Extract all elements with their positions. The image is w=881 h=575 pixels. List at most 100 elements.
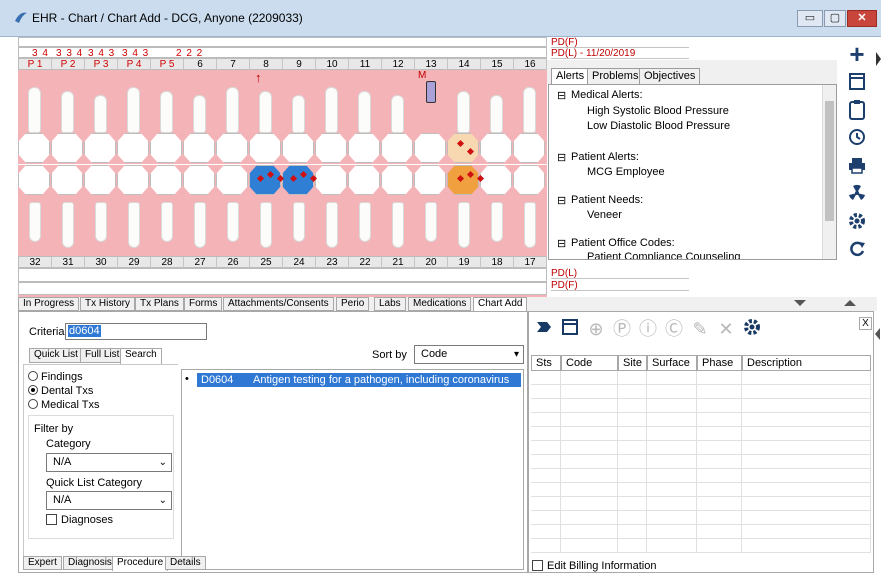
grid-cell[interactable]	[742, 385, 871, 399]
grid-cell[interactable]	[618, 441, 647, 455]
grid-cell[interactable]	[561, 371, 618, 385]
grid-cell[interactable]	[697, 455, 742, 469]
grid-cell[interactable]	[697, 539, 742, 553]
upper-tooth-crown[interactable]	[513, 133, 545, 163]
clipboard-icon[interactable]	[844, 99, 870, 125]
category-select[interactable]: N/A ⌄	[46, 453, 172, 472]
tab-tx-history[interactable]: Tx History	[80, 297, 135, 311]
tooth-number[interactable]: P 1	[19, 59, 52, 70]
grid-cell[interactable]	[561, 455, 618, 469]
grid-cell[interactable]	[531, 399, 561, 413]
tooth-number[interactable]: P 5	[151, 59, 184, 70]
grid-cell[interactable]	[697, 427, 742, 441]
grid-cell[interactable]	[561, 511, 618, 525]
tooth-number[interactable]: 30	[85, 257, 118, 268]
column-header-sts[interactable]: Sts	[531, 355, 561, 371]
search-results-list[interactable]: • D0604 Antigen testing for a pathogen, …	[181, 369, 524, 570]
tooth-number[interactable]: 8	[250, 59, 283, 70]
tooth-number[interactable]: 14	[448, 59, 481, 70]
import-icon[interactable]	[533, 318, 555, 340]
tab-tx-plans[interactable]: Tx Plans	[135, 297, 184, 311]
grid-cell[interactable]	[697, 413, 742, 427]
lower-tooth-crown[interactable]	[84, 165, 116, 195]
grid-cell[interactable]	[618, 469, 647, 483]
delete-icon[interactable]: ✕	[715, 318, 737, 340]
upper-tooth-crown[interactable]	[315, 133, 347, 163]
tooth-number[interactable]: 31	[52, 257, 85, 268]
grid-cell[interactable]	[647, 399, 697, 413]
column-header-code[interactable]: Code	[561, 355, 618, 371]
grid-cell[interactable]	[618, 427, 647, 441]
grid-cell[interactable]	[531, 427, 561, 441]
alerts-scrollbar[interactable]	[822, 85, 836, 259]
tab-details[interactable]: Details	[165, 556, 206, 570]
quick-list-category-select[interactable]: N/A ⌄	[46, 491, 172, 510]
grid-cell[interactable]	[697, 497, 742, 511]
grid-cell[interactable]	[531, 469, 561, 483]
tooth-number[interactable]: 9	[283, 59, 316, 70]
tab-medications[interactable]: Medications	[408, 297, 472, 311]
collapse-icon[interactable]: ⊟	[557, 237, 566, 250]
splitter-bar[interactable]	[528, 297, 877, 311]
gear-icon[interactable]	[741, 318, 763, 340]
grid-cell[interactable]	[561, 427, 618, 441]
upper-tooth-crown[interactable]	[150, 133, 182, 163]
upper-tooth-crown[interactable]	[348, 133, 380, 163]
grid-cell[interactable]	[618, 525, 647, 539]
tab-expert[interactable]: Expert	[23, 556, 62, 570]
grid-cell[interactable]	[531, 511, 561, 525]
tab-chart-add[interactable]: Chart Add	[473, 297, 528, 312]
tooth-number[interactable]: 24	[283, 257, 316, 268]
upper-tooth-crown[interactable]	[480, 133, 512, 163]
tooth-p-icon[interactable]: Ⓟ	[611, 318, 633, 340]
maximize-button[interactable]: ▢	[824, 10, 846, 27]
upper-tooth-crown[interactable]	[447, 133, 479, 163]
grid-cell[interactable]	[697, 469, 742, 483]
alerts-panel[interactable]: ⊟ Medical Alerts: High Systolic Blood Pr…	[548, 84, 837, 260]
grid-cell[interactable]	[647, 483, 697, 497]
grid-cell[interactable]	[561, 399, 618, 413]
grid-cell[interactable]	[647, 511, 697, 525]
lower-tooth-crown[interactable]	[150, 165, 182, 195]
dental-chart[interactable]: 3 4 3 3 4 3 4 3 3 4 3 2 2 2 P 1 P 2 P 3 …	[18, 37, 547, 297]
lower-tooth-crown[interactable]	[18, 165, 50, 195]
grid-cell[interactable]	[647, 413, 697, 427]
upper-tooth-crown[interactable]	[51, 133, 83, 163]
upper-tooth-crown[interactable]	[18, 133, 50, 163]
tooth-number[interactable]: 22	[349, 257, 382, 268]
edit-billing-checkbox[interactable]: Edit Billing Information	[532, 560, 656, 572]
minimize-button[interactable]: ▭	[797, 10, 823, 27]
lower-tooth-crown[interactable]	[216, 165, 248, 195]
grid-cell[interactable]	[561, 385, 618, 399]
lower-tooth-crown[interactable]	[282, 165, 314, 195]
grid-cell[interactable]	[742, 413, 871, 427]
grid-cell[interactable]	[742, 539, 871, 553]
grid-cell[interactable]	[618, 385, 647, 399]
grid-cell[interactable]	[618, 455, 647, 469]
grid-cell[interactable]	[561, 497, 618, 511]
collapse-icon[interactable]: ⊟	[557, 89, 566, 102]
grid-cell[interactable]	[697, 511, 742, 525]
tab-attachments-consents[interactable]: Attachments/Consents	[223, 297, 334, 311]
grid-cell[interactable]	[697, 525, 742, 539]
tooth-number[interactable]: 15	[481, 59, 514, 70]
grid-cell[interactable]	[531, 455, 561, 469]
upper-tooth-crown[interactable]	[117, 133, 149, 163]
tab-full-list[interactable]: Full List	[80, 348, 125, 363]
tab-forms[interactable]: Forms	[184, 297, 223, 311]
grid-cell[interactable]	[742, 497, 871, 511]
grid-cell[interactable]	[561, 539, 618, 553]
upper-tooth-crown[interactable]	[84, 133, 116, 163]
upper-tooth-crown[interactable]	[249, 133, 281, 163]
grid-cell[interactable]	[697, 385, 742, 399]
tooth-number[interactable]: 12	[382, 59, 415, 70]
sort-by-select[interactable]: Code ▾	[414, 345, 524, 364]
tooth-c-icon[interactable]: Ⓒ	[663, 318, 685, 340]
tooth-number[interactable]: 26	[217, 257, 250, 268]
gear-icon[interactable]	[844, 211, 870, 237]
lower-tooth-crown[interactable]	[414, 165, 446, 195]
column-header-site[interactable]: Site	[618, 355, 647, 371]
grid-cell[interactable]	[531, 483, 561, 497]
radio-dental-txs[interactable]: Dental Txs	[28, 385, 93, 397]
print-icon[interactable]	[844, 155, 870, 181]
